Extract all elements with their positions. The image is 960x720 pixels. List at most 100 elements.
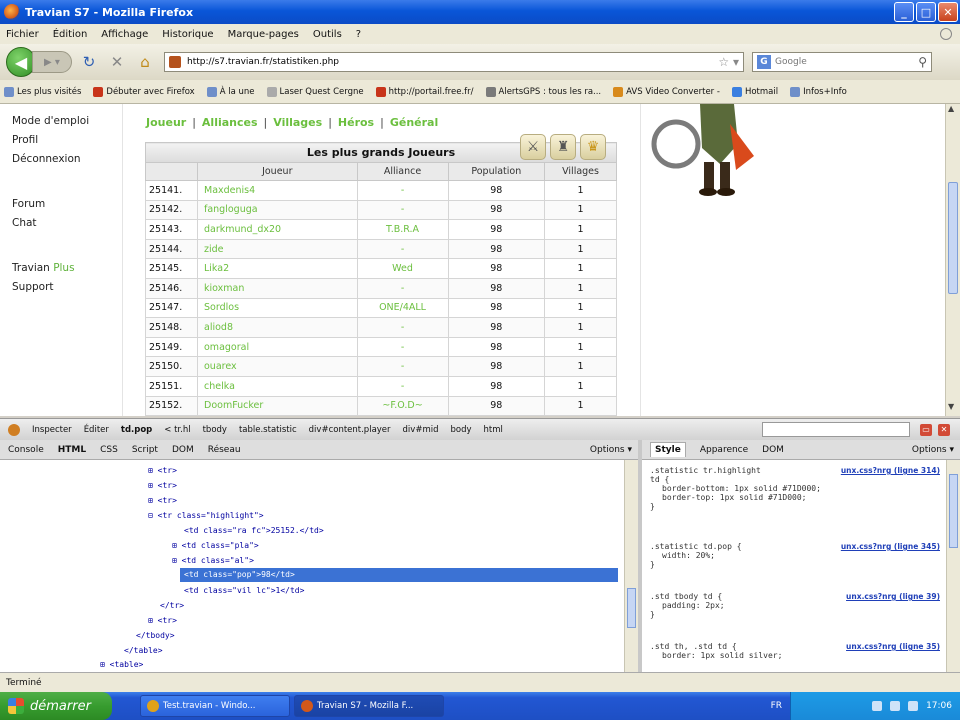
bookmark-item[interactable]: Hotmail (731, 86, 778, 97)
tray-icon[interactable] (890, 701, 901, 711)
sidebar-item-travian-plus[interactable]: Travian Plus (12, 259, 89, 278)
css-selector[interactable]: .std tbody td { (650, 592, 722, 601)
html-node[interactable]: ⊞ <td class="pla"> (172, 539, 259, 553)
trophy-icon[interactable]: ♛ (580, 134, 606, 160)
css-property[interactable]: border: 1px solid silver; (650, 651, 940, 660)
html-node[interactable]: ⊟ <tr class="highlight"> (148, 509, 264, 523)
player-link[interactable]: chelka (197, 375, 358, 397)
tab-players[interactable]: Joueur (146, 116, 186, 129)
player-link[interactable]: omagoral (197, 336, 358, 358)
stop-icon[interactable]: ✕ (106, 51, 128, 73)
html-node[interactable]: ⊞ <tr> (148, 494, 177, 508)
menu-view[interactable]: Affichage (101, 29, 148, 40)
html-node[interactable]: <td class="ra fc">25152.</td> (184, 524, 324, 538)
close-button[interactable]: ✕ (938, 2, 958, 22)
tab-dom[interactable]: DOM (172, 445, 194, 455)
edit-button[interactable]: Éditer (84, 425, 109, 435)
google-icon[interactable]: G (757, 55, 771, 69)
taskbar-item-active[interactable]: Travian S7 - Mozilla F... (294, 695, 444, 717)
player-link[interactable]: Maxdenis4 (197, 180, 358, 201)
player-link[interactable]: Lika2 (197, 258, 358, 279)
alliance-link[interactable]: ~F.O.D~ (356, 395, 449, 416)
player-link[interactable]: aliod8 (197, 317, 358, 338)
css-source-link[interactable]: unx.css?nrg (ligne 345) (841, 542, 940, 551)
alliance-link[interactable]: T.B.R.A (356, 219, 449, 240)
firebug-search-input[interactable] (762, 422, 910, 437)
html-node[interactable]: ⊞ <table> (100, 658, 143, 672)
player-link[interactable]: ouarex (197, 356, 358, 377)
page-scrollbar[interactable]: ▲ ▼ (945, 104, 960, 416)
css-selector[interactable]: .std th, .std td { (650, 642, 737, 651)
maximize-button[interactable]: □ (916, 2, 936, 22)
html-node[interactable]: </table> (124, 644, 163, 658)
breadcrumb-item[interactable]: td.pop (121, 425, 152, 435)
css-property[interactable]: padding: 2px; (650, 601, 940, 610)
firebug-icon[interactable] (8, 423, 20, 436)
tab-console[interactable]: Console (8, 445, 44, 455)
inspect-button[interactable]: Inspecter (32, 425, 72, 435)
bookmark-item[interactable]: Débuter avec Firefox (93, 86, 195, 97)
player-link[interactable]: darkmund_dx20 (197, 219, 358, 240)
swords-icon[interactable]: ⚔ (520, 134, 546, 160)
tab-script[interactable]: Script (132, 445, 158, 455)
menu-tools[interactable]: Outils (313, 29, 342, 40)
html-node[interactable]: ⊞ <tr> (148, 614, 177, 628)
tray-icon[interactable] (872, 701, 883, 711)
menu-history[interactable]: Historique (162, 29, 213, 40)
breadcrumb-item[interactable]: html (484, 425, 503, 435)
start-button[interactable]: démarrer (0, 692, 112, 720)
minimize-button[interactable]: _ (894, 2, 914, 22)
tab-alliances[interactable]: Alliances (202, 116, 258, 129)
tab-heroes[interactable]: Héros (338, 116, 374, 129)
side-options-menu[interactable]: Options ▾ (912, 445, 954, 455)
html-node[interactable]: ⊞ <tr> (148, 464, 177, 478)
scrollbar-thumb[interactable] (949, 474, 958, 548)
scroll-up-icon[interactable]: ▲ (948, 104, 954, 113)
css-property[interactable]: border-bottom: 1px solid #71D000; (650, 484, 940, 493)
tab-network[interactable]: Réseau (208, 445, 241, 455)
scrollbar-thumb[interactable] (627, 588, 636, 628)
css-source-link[interactable]: unx.css?nrg (ligne 35) (846, 642, 940, 651)
menu-bookmarks[interactable]: Marque-pages (228, 29, 299, 40)
taskbar-item[interactable]: Test.travian - Windo... (140, 695, 290, 717)
player-link[interactable]: DoomFucker (197, 395, 358, 416)
options-menu[interactable]: Options ▾ (590, 445, 632, 455)
breadcrumb-item[interactable]: div#content.player (309, 425, 391, 435)
breadcrumb-item[interactable]: body (450, 425, 471, 435)
alliance-link[interactable]: ONE/4ALL (356, 297, 449, 319)
sidebar-item-chat[interactable]: Chat (12, 214, 89, 233)
bookmark-item[interactable]: AVS Video Converter - (613, 86, 720, 97)
html-pane-scrollbar[interactable] (624, 460, 638, 672)
css-selector[interactable]: .statistic td.pop { (650, 542, 742, 551)
tray-icon[interactable] (908, 701, 919, 711)
language-indicator[interactable]: FR (771, 701, 782, 711)
menu-file[interactable]: Fichier (6, 29, 39, 40)
reload-icon[interactable]: ↻ (78, 51, 100, 73)
tab-general[interactable]: Général (390, 116, 438, 129)
css-property[interactable]: width: 20%; (650, 551, 940, 560)
breadcrumb-item[interactable]: < tr.hl (164, 425, 190, 435)
sidebar-item-profile[interactable]: Profil (12, 131, 89, 150)
menu-edit[interactable]: Édition (53, 29, 88, 40)
tab-side-dom[interactable]: DOM (762, 445, 784, 455)
player-link[interactable]: fangloguga (197, 199, 358, 221)
css-source-link[interactable]: unx.css?nrg (ligne 39) (846, 592, 940, 601)
tab-html[interactable]: HTML (58, 445, 86, 455)
sidebar-item-logout[interactable]: Déconnexion (12, 150, 89, 169)
bookmark-item[interactable]: Infos+Info (790, 86, 847, 97)
forward-button[interactable]: ▶ ▾ (32, 51, 72, 73)
bookmark-item[interactable]: Les plus visités (4, 86, 81, 97)
sidebar-item-forum[interactable]: Forum (12, 195, 89, 214)
style-pane-scrollbar[interactable] (946, 460, 960, 672)
detach-icon[interactable]: ▭ (920, 423, 932, 436)
breadcrumb-item[interactable]: div#mid (403, 425, 439, 435)
home-icon[interactable]: ⌂ (134, 51, 156, 73)
scrollbar-thumb[interactable] (948, 182, 958, 294)
tab-villages[interactable]: Villages (273, 116, 322, 129)
fort-icon[interactable]: ♜ (550, 134, 576, 160)
html-node[interactable]: ⊞ <tr> (148, 479, 177, 493)
search-icon[interactable]: ⚲ (918, 55, 927, 69)
bookmark-star-icon[interactable]: ☆ ▾ (718, 55, 739, 69)
breadcrumb-item[interactable]: table.statistic (239, 425, 297, 435)
html-node[interactable]: ⊞ <td class="al"> (172, 554, 254, 568)
